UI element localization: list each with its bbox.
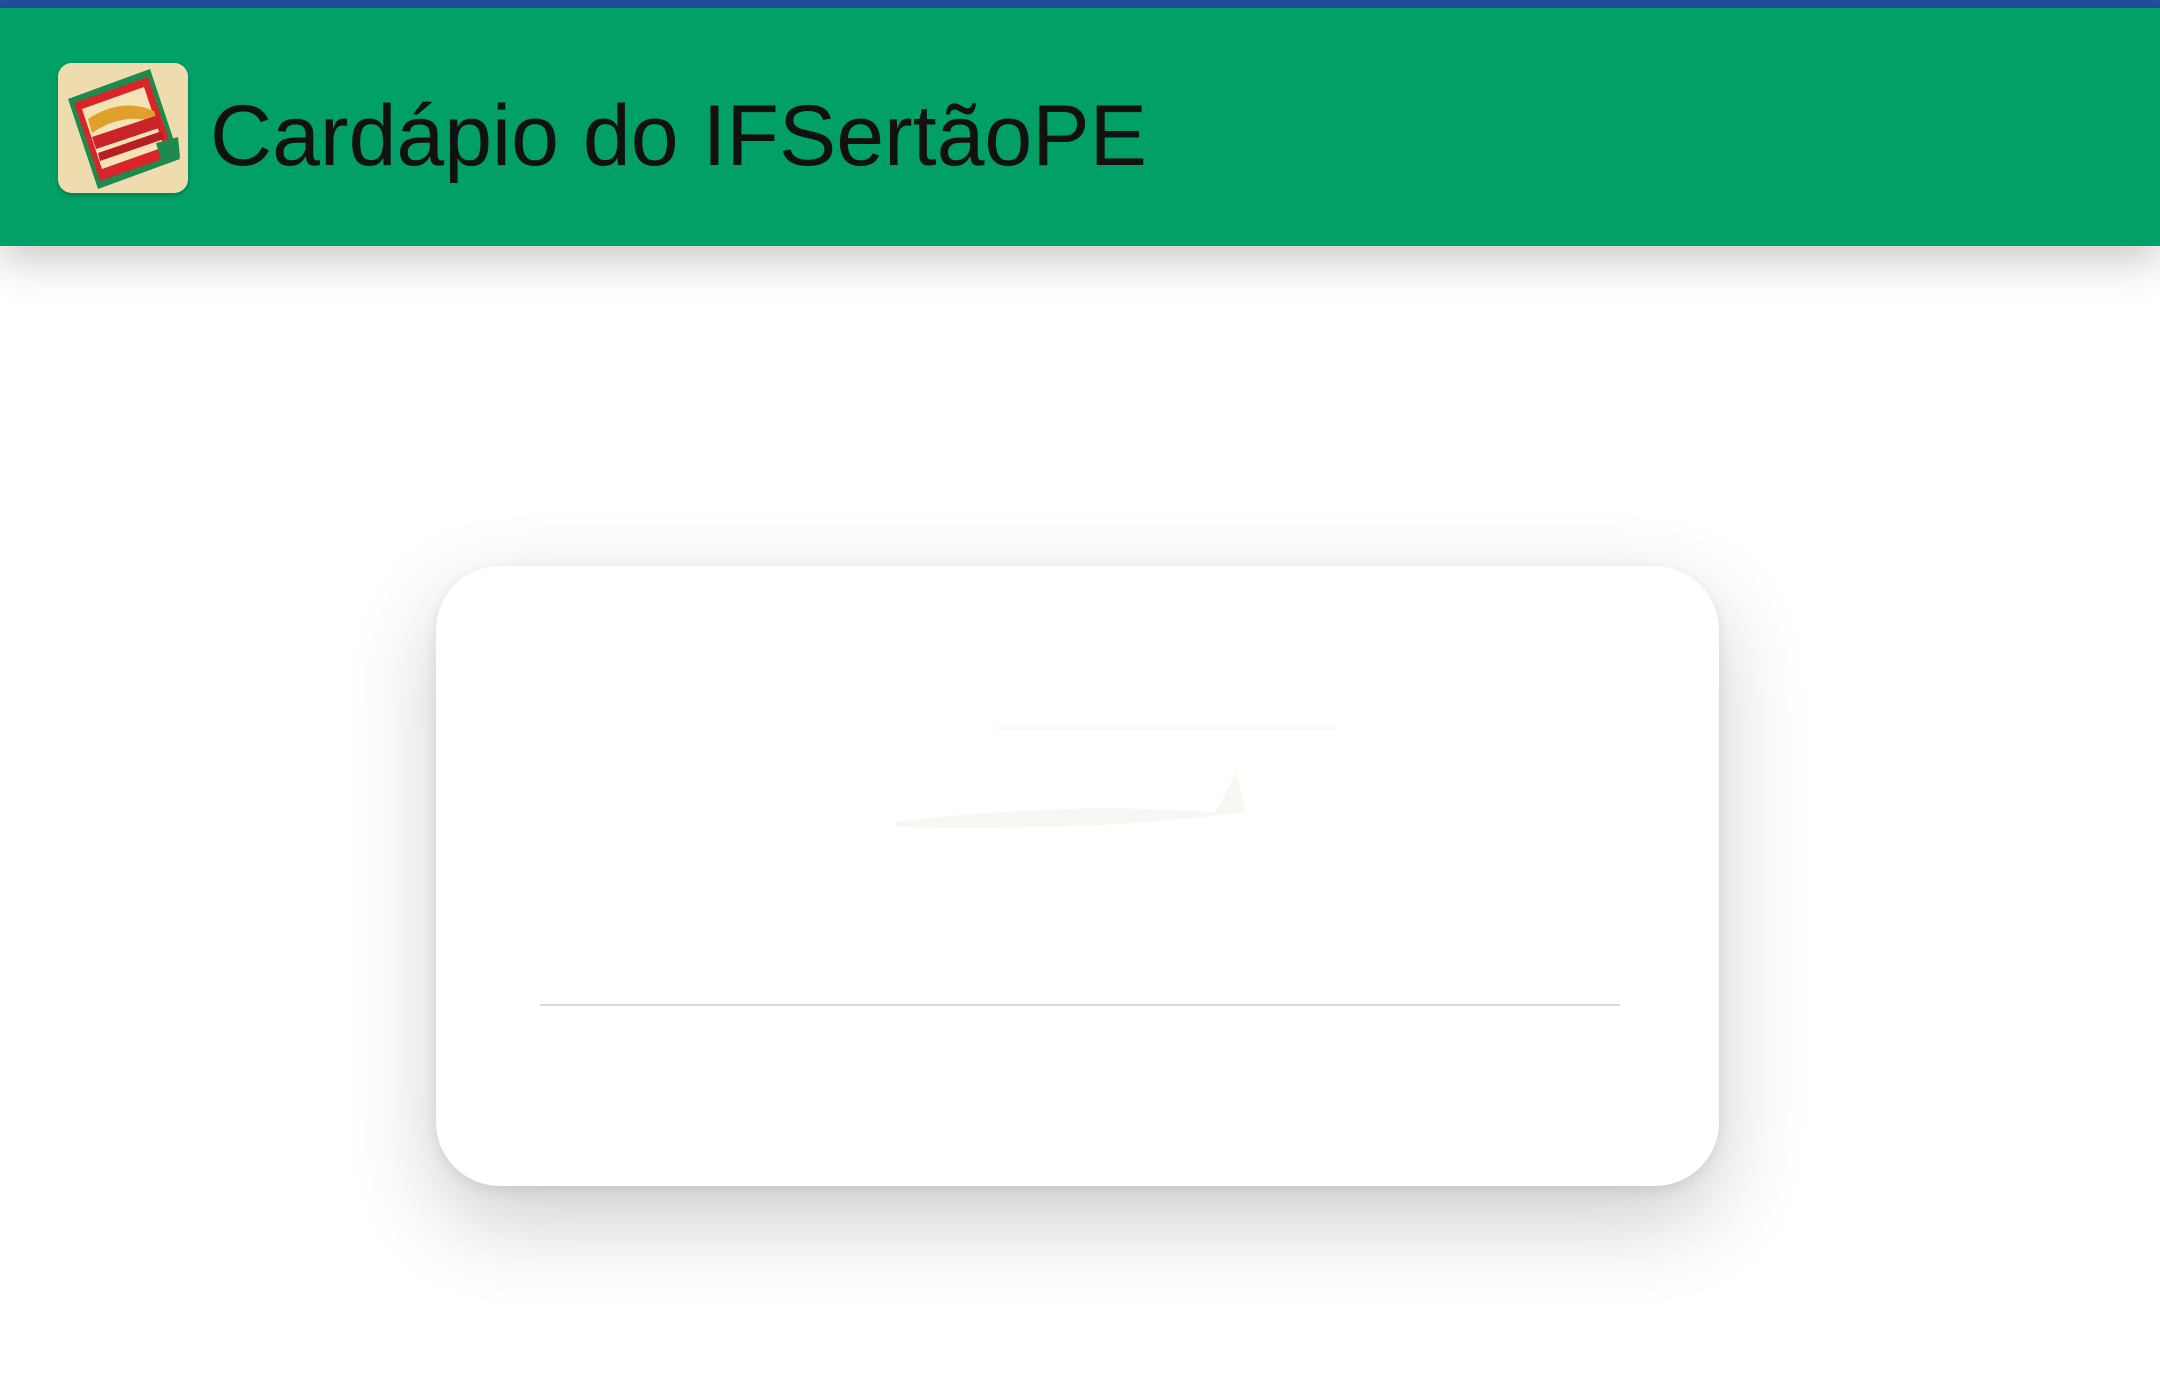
input-underline[interactable] xyxy=(540,1004,1620,1006)
faded-logo xyxy=(796,662,1356,842)
status-bar-edge xyxy=(0,0,2160,8)
login-card xyxy=(436,566,1719,1186)
app-title: Cardápio do IFSertãoPE xyxy=(210,88,1147,184)
cardapio-menu-icon xyxy=(58,63,188,193)
main-content xyxy=(0,246,2160,1383)
app-bar: Cardápio do IFSertãoPE xyxy=(0,8,2160,246)
